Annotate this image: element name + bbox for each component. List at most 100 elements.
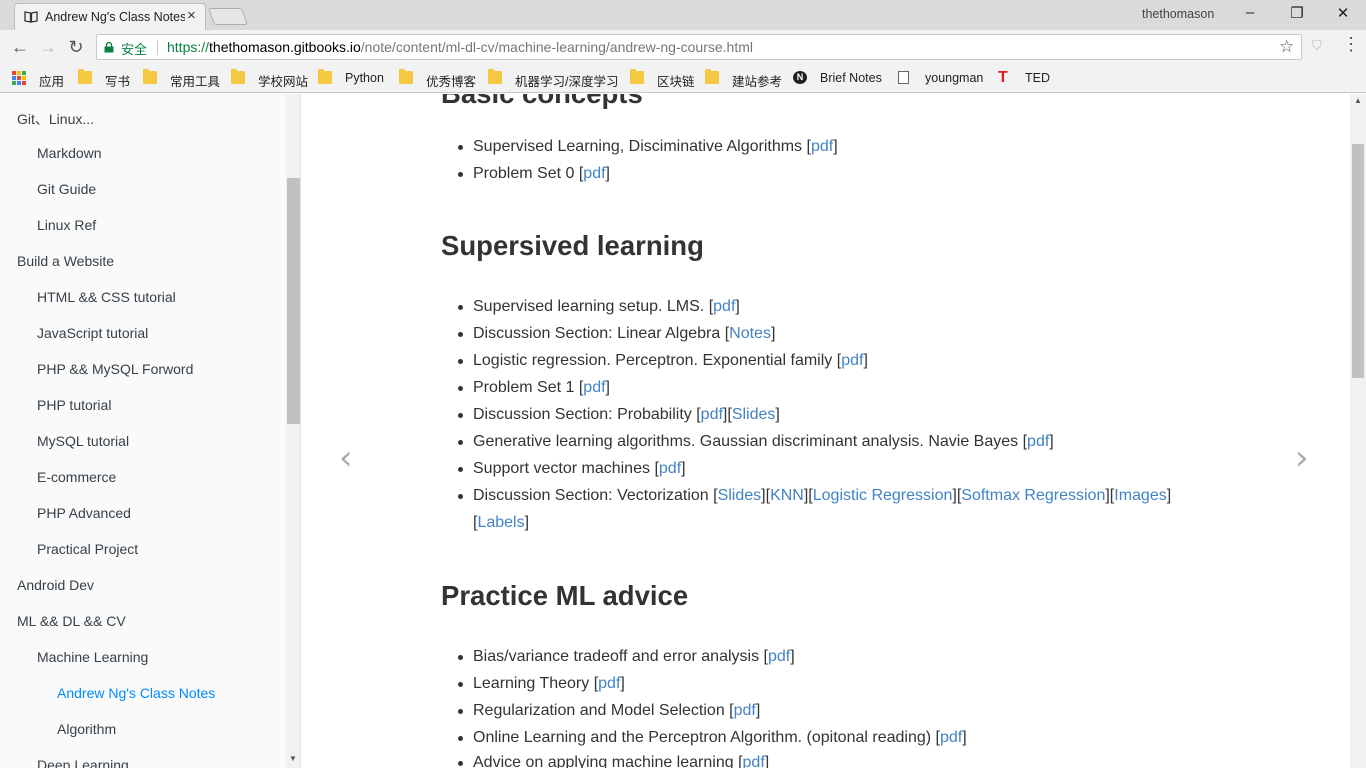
- list-item-text: Supervised Learning, Disciminative Algor…: [473, 138, 803, 155]
- sidebar-item[interactable]: PHP && MySQL Forword: [37, 361, 193, 377]
- back-icon[interactable]: ←: [8, 35, 32, 59]
- url-text[interactable]: https://thethomason.gitbooks.io/note/con…: [167, 39, 753, 55]
- sidebar-item[interactable]: Deep Learning: [37, 757, 129, 768]
- sidebar-item[interactable]: PHP tutorial: [37, 397, 111, 413]
- list-item-text: Discussion Section: Vectorization: [473, 487, 709, 504]
- list-item-text: Supervised learning setup. LMS.: [473, 298, 705, 315]
- folder-icon: [488, 69, 502, 84]
- list-item-text: Problem Set 1: [473, 379, 575, 396]
- resource-link[interactable]: pdf: [743, 754, 765, 768]
- lock-icon: [104, 42, 114, 53]
- bookmark-label: 建站参考: [732, 75, 783, 89]
- list-item-text: Online Learning and the Perceptron Algor…: [473, 729, 932, 746]
- sidebar-item[interactable]: Algorithm: [57, 721, 116, 737]
- resource-link[interactable]: Slides: [732, 406, 776, 423]
- address-bar[interactable]: 安全 https://thethomason.gitbooks.io/note/…: [96, 34, 1302, 60]
- folder-icon: [318, 69, 332, 84]
- resource-link[interactable]: Logistic Regression: [813, 487, 953, 504]
- scroll-up-arrow-icon[interactable]: ▲: [1354, 96, 1362, 105]
- minimize-icon[interactable]: –: [1235, 4, 1265, 21]
- resource-link[interactable]: pdf: [940, 729, 962, 746]
- list-item: Support vector machines [pdf]: [458, 460, 686, 477]
- sidebar-item[interactable]: Git、Linux...: [17, 109, 94, 129]
- resource-link[interactable]: pdf: [583, 165, 605, 182]
- next-page-icon[interactable]: ›: [1295, 441, 1309, 475]
- browser-tab[interactable]: Andrew Ng's Class Notes ×: [14, 3, 206, 30]
- maximize-icon[interactable]: ❐: [1282, 4, 1312, 22]
- sidebar-item[interactable]: Build a Website: [17, 253, 114, 269]
- list-item-text: Advice on applying machine learning: [473, 754, 734, 768]
- sidebar-item[interactable]: E-commerce: [37, 469, 116, 485]
- resource-link[interactable]: Softmax Regression: [961, 487, 1105, 504]
- profile-name[interactable]: thethomason: [1142, 7, 1214, 21]
- url-host: thethomason.gitbooks.io: [209, 39, 361, 55]
- folder-icon: [78, 69, 92, 84]
- reload-icon[interactable]: ↻: [64, 35, 88, 59]
- resource-link[interactable]: pdf: [841, 352, 863, 369]
- resource-link[interactable]: pdf: [1027, 433, 1049, 450]
- sidebar-item[interactable]: Linux Ref: [37, 217, 96, 233]
- folder-icon: [231, 69, 245, 84]
- url-scheme: https://: [167, 39, 210, 55]
- resource-link[interactable]: pdf: [734, 702, 756, 719]
- resource-link[interactable]: pdf: [768, 648, 790, 665]
- tab-close-icon[interactable]: ×: [187, 8, 196, 24]
- list-item-text: Learning Theory: [473, 675, 590, 692]
- list-item-text: Problem Set 0: [473, 165, 575, 182]
- scroll-down-arrow-icon[interactable]: ▼: [289, 754, 297, 763]
- forward-icon[interactable]: →: [36, 35, 60, 59]
- sidebar-item[interactable]: Practical Project: [37, 541, 138, 557]
- previous-page-icon[interactable]: ‹: [339, 441, 353, 475]
- resource-link[interactable]: KNN: [770, 487, 804, 504]
- bookmark-label: 优秀博客: [426, 75, 477, 89]
- menu-icon[interactable]: ⋮: [1342, 34, 1360, 55]
- resource-link[interactable]: Slides: [718, 487, 762, 504]
- list-item-continued: [Labels]: [473, 514, 530, 531]
- secure-label: 安全: [121, 42, 148, 57]
- bookmark-label: 机器学习/深度学习: [515, 75, 619, 89]
- list-item: Advice on applying machine learning [pdf…: [457, 754, 769, 768]
- page-scrollbar[interactable]: ▲: [1350, 94, 1366, 768]
- resource-link[interactable]: Labels: [477, 514, 524, 531]
- list-item: Supervised Learning, Disciminative Algor…: [458, 138, 838, 155]
- bookmarks-bar: 应用 写书 常用工具 学校网站 Python 优秀博客 机器学习/深度学习 区块链 建站参考 N B…: [0, 64, 1366, 93]
- page-content: ‹ › Basic concepts Supervised Learning, D…: [302, 94, 1350, 768]
- bookmark-label: youngman: [925, 71, 984, 85]
- sidebar-item[interactable]: Andrew Ng's Class Notes: [57, 685, 215, 701]
- sidebar-item[interactable]: JavaScript tutorial: [37, 325, 148, 341]
- page-scrollbar-thumb[interactable]: [1352, 144, 1364, 378]
- resource-link[interactable]: pdf: [659, 460, 681, 477]
- list-item: Bias/variance tradeoff and error analysi…: [458, 648, 795, 665]
- resource-link[interactable]: pdf: [811, 138, 833, 155]
- resource-link[interactable]: pdf: [713, 298, 735, 315]
- book-summary-sidebar: Git、Linux... Markdown Git Guide Linux Ref Bu…: [0, 94, 286, 768]
- sidebar-item[interactable]: PHP Advanced: [37, 505, 131, 521]
- list-item: Learning Theory [pdf]: [458, 675, 625, 692]
- sidebar-item[interactable]: Android Dev: [17, 577, 94, 593]
- list-item-text: Discussion Section: Probability: [473, 406, 692, 423]
- sidebar-scrollbar-thumb[interactable]: [287, 178, 300, 424]
- list-item: Generative learning algorithms. Gaussian…: [458, 433, 1054, 450]
- sidebar-item[interactable]: Git Guide: [37, 181, 96, 197]
- list-item: Discussion Section: Linear Algebra [Note…: [457, 325, 776, 342]
- resource-link[interactable]: pdf: [598, 675, 620, 692]
- list-item: Supervised learning setup. LMS. [pdf]: [458, 298, 740, 315]
- browser-toolbar: ← → ↻ 安全 https://thethomason.gitbooks.io…: [0, 30, 1366, 64]
- divider: [157, 40, 158, 55]
- resource-link[interactable]: Images: [1114, 487, 1166, 504]
- resource-link[interactable]: pdf: [583, 379, 605, 396]
- close-window-icon[interactable]: ✕: [1328, 4, 1358, 22]
- resource-link[interactable]: pdf: [701, 406, 723, 423]
- sidebar-item[interactable]: HTML && CSS tutorial: [37, 289, 176, 305]
- star-icon[interactable]: ☆: [1279, 37, 1294, 57]
- resource-link[interactable]: Notes: [729, 325, 771, 342]
- sidebar-item[interactable]: Markdown: [37, 145, 102, 161]
- sidebar-item[interactable]: MySQL tutorial: [37, 433, 129, 449]
- shield-icon[interactable]: ⛉: [1312, 38, 1322, 54]
- sidebar-item[interactable]: Machine Learning: [37, 649, 148, 665]
- url-path: /note/content/ml-dl-cv/machine-learning/…: [360, 39, 753, 55]
- new-tab-button[interactable]: [207, 8, 249, 25]
- folder-icon: [143, 69, 157, 84]
- sidebar-item[interactable]: ML && DL && CV: [17, 613, 126, 629]
- sidebar-scrollbar[interactable]: ▼: [286, 94, 301, 768]
